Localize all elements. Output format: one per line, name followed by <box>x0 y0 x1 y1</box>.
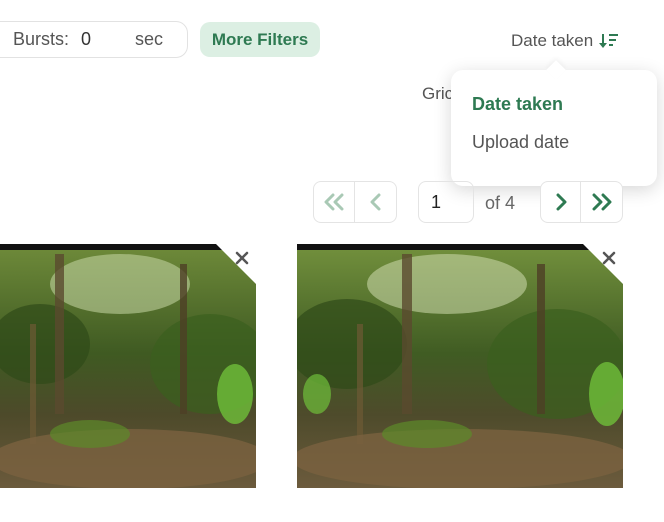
bursts-label: Bursts: <box>13 29 70 49</box>
remove-image-close-icon[interactable] <box>583 244 623 284</box>
bursts-unit: sec <box>135 29 164 49</box>
page-count-label: of 4 <box>485 193 516 213</box>
image-thumbnail[interactable] <box>297 244 623 488</box>
image-thumbnail[interactable] <box>0 244 256 488</box>
more-filters-button[interactable]: More Filters <box>200 22 320 57</box>
sort-option-upload-date[interactable]: Upload date <box>472 132 569 153</box>
camera-trap-photo <box>297 244 623 488</box>
bursts-filter: Bursts: 0 sec <box>0 21 188 58</box>
sort-button[interactable]: Date taken <box>511 30 619 52</box>
bursts-input[interactable]: 0 <box>81 29 127 50</box>
page-number-input[interactable]: 1 <box>418 181 474 223</box>
remove-image-close-icon[interactable] <box>216 244 256 284</box>
last-page-button[interactable] <box>581 181 623 223</box>
photo-timestamp-bar <box>297 244 623 250</box>
chevron-left-icon <box>370 193 380 211</box>
double-chevron-right-icon <box>592 193 611 211</box>
sort-label: Date taken <box>511 31 594 50</box>
next-page-button[interactable] <box>540 181 581 223</box>
prev-page-button[interactable] <box>355 181 397 223</box>
sort-descending-icon <box>599 34 619 48</box>
first-page-button[interactable] <box>313 181 355 223</box>
chevron-right-icon <box>556 193 566 211</box>
grid-view-label: Gric <box>422 84 454 103</box>
sort-dropdown: Date taken Upload date <box>451 70 657 186</box>
sort-option-date-taken[interactable]: Date taken <box>472 94 563 115</box>
double-chevron-left-icon <box>324 193 344 211</box>
